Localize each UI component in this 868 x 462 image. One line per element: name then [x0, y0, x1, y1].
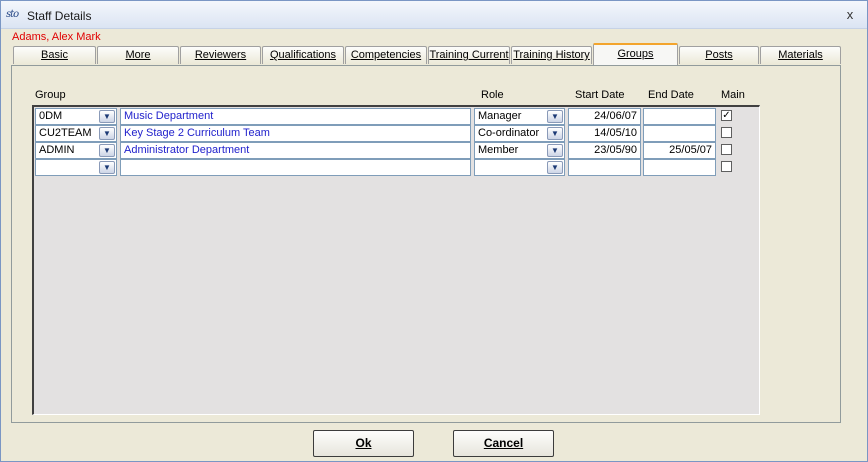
tab-training-history[interactable]: Training History [511, 46, 592, 64]
table-row-new: ▼ ▼ [35, 159, 759, 176]
column-header-end-date: End Date [648, 89, 694, 101]
role-value: Member [478, 144, 519, 156]
tab-label: Materials [778, 49, 823, 61]
role-combo[interactable]: Member ▼ [474, 142, 565, 159]
ok-button[interactable]: Ok [313, 430, 414, 457]
tab-label: Posts [705, 49, 733, 61]
cancel-button-label: Cancel [483, 436, 524, 450]
tab-label: Groups [617, 48, 654, 60]
role-combo[interactable]: Manager ▼ [474, 108, 565, 125]
app-icon: sto [6, 9, 19, 20]
tab-qualifications[interactable]: Qualifications [262, 46, 344, 64]
group-code-combo[interactable]: 0DM ▼ [35, 108, 117, 125]
tab-label: Qualifications [269, 49, 337, 61]
chevron-down-icon[interactable]: ▼ [547, 110, 563, 123]
chevron-down-icon[interactable]: ▼ [99, 127, 115, 140]
group-code-value: ADMIN [39, 144, 75, 156]
main-checkbox[interactable] [721, 127, 732, 138]
tab-label: Competencies [350, 49, 422, 61]
group-description-cell[interactable]: Key Stage 2 Curriculum Team [120, 125, 471, 142]
tab-label: Training History [513, 49, 590, 61]
close-icon[interactable]: x [841, 6, 859, 24]
start-date-cell[interactable]: 24/06/07 [568, 108, 641, 125]
end-date-cell[interactable] [643, 159, 716, 176]
tab-more[interactable]: More [97, 46, 179, 64]
tab-materials[interactable]: Materials [760, 46, 841, 64]
main-checkbox[interactable] [721, 144, 732, 155]
end-date-cell[interactable]: 25/05/07 [643, 142, 716, 159]
group-description-cell[interactable]: Administrator Department [120, 142, 471, 159]
group-description-cell[interactable] [120, 159, 471, 176]
main-checkbox[interactable]: ✓ [721, 110, 732, 121]
tab-label: More [125, 49, 151, 61]
staff-name-label: Adams, Alex Mark [12, 31, 101, 43]
chevron-down-icon[interactable]: ▼ [99, 110, 115, 123]
tab-competencies[interactable]: Competencies [345, 46, 427, 64]
group-code-combo[interactable]: ADMIN ▼ [35, 142, 117, 159]
tab-training-current[interactable]: Training Current [428, 46, 510, 64]
start-date-cell[interactable] [568, 159, 641, 176]
chevron-down-icon[interactable]: ▼ [547, 161, 563, 174]
tab-reviewers[interactable]: Reviewers [180, 46, 261, 64]
start-date-cell[interactable]: 14/05/10 [568, 125, 641, 142]
staff-details-window: sto Staff Details x Adams, Alex Mark Bas… [0, 0, 868, 462]
table-row: CU2TEAM ▼ Key Stage 2 Curriculum Team Co… [35, 125, 759, 142]
start-date-cell[interactable]: 23/05/90 [568, 142, 641, 159]
group-code-value: 0DM [39, 110, 63, 122]
cancel-button[interactable]: Cancel [453, 430, 554, 457]
tab-label: Basic [41, 49, 68, 61]
window-title: Staff Details [27, 9, 92, 23]
groups-tab-panel: Group Role Start Date End Date Main 0DM … [11, 65, 841, 423]
table-row: ADMIN ▼ Administrator Department Member … [35, 142, 759, 159]
chevron-down-icon[interactable]: ▼ [547, 127, 563, 140]
role-combo[interactable]: Co-ordinator ▼ [474, 125, 565, 142]
end-date-cell[interactable] [643, 108, 716, 125]
column-header-group: Group [35, 89, 66, 101]
column-header-main: Main [721, 89, 745, 101]
chevron-down-icon[interactable]: ▼ [99, 161, 115, 174]
group-description-cell[interactable]: Music Department [120, 108, 471, 125]
ok-button-label: Ok [355, 436, 372, 450]
tab-label: Reviewers [194, 49, 247, 61]
tab-label: Training Current [429, 49, 509, 61]
groups-grid: 0DM ▼ Music Department Manager ▼ 24/06/0… [32, 105, 760, 415]
tab-posts[interactable]: Posts [679, 46, 759, 64]
group-code-combo[interactable]: CU2TEAM ▼ [35, 125, 117, 142]
role-combo[interactable]: ▼ [474, 159, 565, 176]
tab-groups[interactable]: Groups [593, 43, 678, 65]
role-value: Manager [478, 110, 522, 122]
checkmark-icon: ✓ [722, 110, 731, 121]
role-value: Co-ordinator [478, 127, 540, 139]
chevron-down-icon[interactable]: ▼ [547, 144, 563, 157]
table-row: 0DM ▼ Music Department Manager ▼ 24/06/0… [35, 108, 759, 125]
group-code-combo[interactable]: ▼ [35, 159, 117, 176]
end-date-cell[interactable] [643, 125, 716, 142]
main-checkbox[interactable] [721, 161, 732, 172]
chevron-down-icon[interactable]: ▼ [99, 144, 115, 157]
dialog-body: Adams, Alex Mark Basic More Reviewers Qu… [1, 30, 867, 461]
column-header-role: Role [481, 89, 504, 101]
group-code-value: CU2TEAM [39, 127, 92, 139]
tab-basic[interactable]: Basic [13, 46, 96, 64]
column-header-start-date: Start Date [575, 89, 625, 101]
title-bar[interactable]: sto Staff Details x [1, 1, 867, 29]
